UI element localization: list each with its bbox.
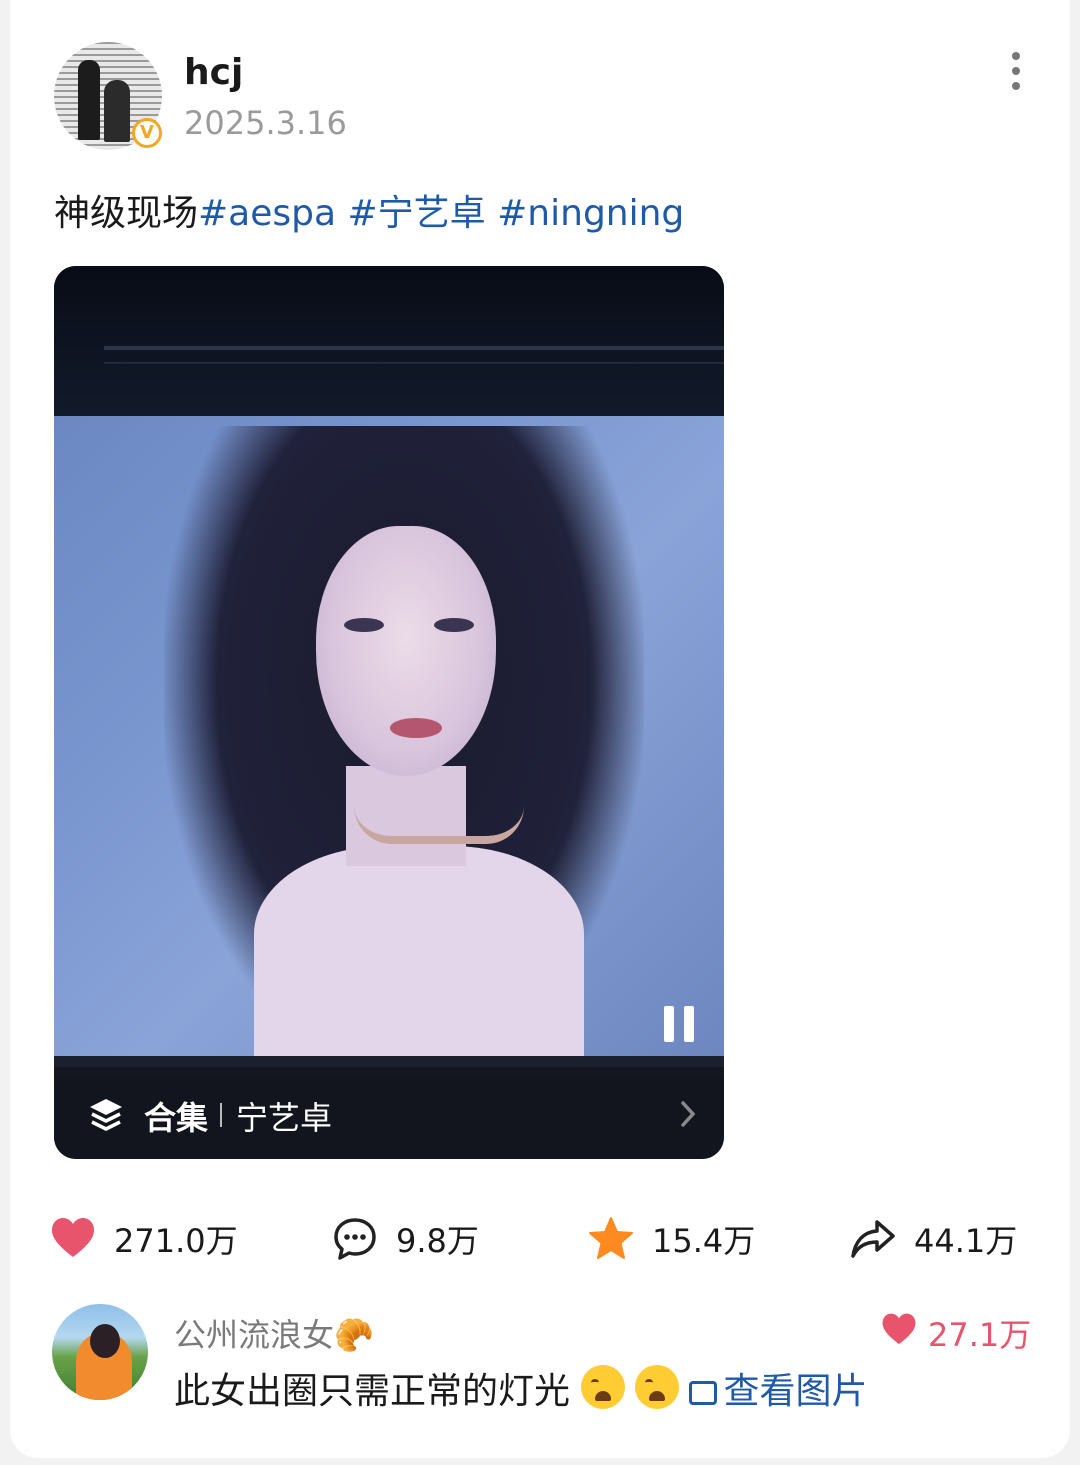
post-body: 神级现场 <box>54 193 199 234</box>
video-frame-necklace <box>354 806 524 844</box>
heart-icon <box>52 1218 94 1257</box>
verified-badge-icon: V <box>132 118 162 148</box>
view-image-link[interactable]: 查看图片 <box>689 1371 867 1412</box>
more-options-icon[interactable] <box>1006 52 1026 92</box>
commenter-name[interactable]: 公州流浪女🥐 <box>174 1310 374 1356</box>
video-frame-lips <box>390 718 442 738</box>
hashtag-ningyizhuo[interactable]: #宁艺卓 <box>348 193 486 234</box>
avatar-figure <box>104 80 130 142</box>
like-count: 271.0万 <box>114 1222 238 1260</box>
commenter-avatar[interactable] <box>52 1304 148 1400</box>
share-icon <box>851 1220 895 1258</box>
post-date: 2025.3.16 <box>184 104 347 142</box>
view-image-label: 查看图片 <box>723 1371 868 1412</box>
author-name[interactable]: hcj <box>184 52 243 93</box>
video-frame-face <box>316 526 496 776</box>
post-text: 神级现场#aespa #宁艺卓 #ningning <box>54 184 684 236</box>
video-frame-eye <box>344 618 384 632</box>
star-icon <box>589 1217 633 1259</box>
engagement-bar: 271.0万 9.8万 15.4万 44.1万 <box>0 1208 1080 1268</box>
avatar-figure <box>90 1324 120 1358</box>
stage-truss <box>54 266 724 416</box>
collection-bar[interactable]: 合集 宁艺卓 <box>54 1067 724 1159</box>
image-icon <box>689 1381 718 1405</box>
comment-like-count: 27.1万 <box>928 1316 1032 1354</box>
divider <box>220 1103 222 1127</box>
heart-icon <box>882 1313 916 1345</box>
crying-face-emoji-icon <box>635 1365 680 1409</box>
croissant-emoji-icon: 🥐 <box>334 1316 374 1354</box>
hashtag-aespa[interactable]: #aespa <box>198 193 336 234</box>
favorite-count: 15.4万 <box>652 1222 756 1260</box>
layers-icon <box>90 1099 122 1131</box>
chevron-right-icon <box>681 1101 696 1127</box>
commenter-name-text: 公州流浪女 <box>174 1316 335 1354</box>
pause-icon[interactable] <box>664 1006 696 1042</box>
share-count: 44.1万 <box>914 1222 1018 1260</box>
collection-name: 宁艺卓 <box>236 1099 333 1137</box>
hashtag-ningning[interactable]: #ningning <box>497 193 684 234</box>
video-player[interactable]: 合集 宁艺卓 <box>54 266 724 1159</box>
collection-label: 合集 <box>144 1099 209 1137</box>
video-frame-eye <box>434 618 474 632</box>
crying-face-emoji-icon <box>581 1365 626 1409</box>
comment-count: 9.8万 <box>396 1222 479 1260</box>
comment-text: 此女出圈只需正常的灯光 查看图片 <box>174 1362 867 1414</box>
avatar-figure <box>78 60 100 140</box>
comment-icon <box>334 1218 376 1260</box>
video-frame-body <box>254 846 584 1066</box>
comment-body: 此女出圈只需正常的灯光 <box>174 1371 571 1412</box>
